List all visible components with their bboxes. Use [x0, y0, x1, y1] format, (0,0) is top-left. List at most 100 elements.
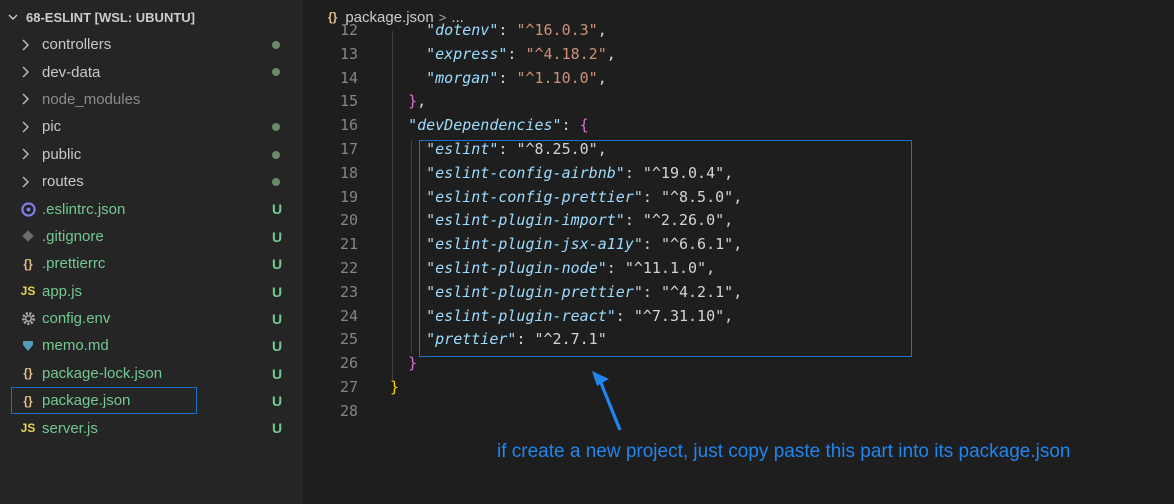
chevron-right-icon	[20, 121, 40, 133]
explorer-sidebar: 68-ESLINT [WSL: UBUNTU] controllers dev-d…	[0, 0, 302, 504]
line-number-gutter: 12 13 14 15 16 17 18 19 20 21 22 23 24 25 26 27 28	[303, 21, 358, 424]
chevron-right-icon	[20, 93, 40, 105]
untracked-badge: U	[272, 365, 283, 382]
tree-item-label: .gitignore	[42, 227, 104, 245]
file-tree: controllers dev-data node_modulespic public…	[0, 31, 302, 442]
line-number: 22	[339, 258, 358, 277]
line-number: 18	[339, 163, 358, 182]
arrow-up-icon	[592, 371, 622, 431]
modified-dot	[272, 41, 280, 49]
annotation-text: if create a new project, just copy paste…	[497, 441, 1071, 462]
untracked-badge: U	[272, 256, 283, 273]
untracked-badge: U	[272, 310, 283, 327]
folder-item[interactable]: public	[0, 141, 302, 168]
modified-dot	[272, 68, 280, 77]
json-value: "^16.0.3"	[516, 21, 598, 39]
markdown-icon	[18, 339, 38, 353]
code-line[interactable]: }	[390, 376, 1170, 400]
code-line[interactable]: "express": "^4.18.2",	[390, 43, 1170, 67]
closing-brace: }	[390, 377, 400, 396]
untracked-badge: U	[272, 393, 283, 410]
tree-item-label: package.json	[42, 392, 131, 410]
chevron-right-icon	[20, 66, 40, 78]
explorer-header[interactable]: 68-ESLINT [WSL: UBUNTU]	[0, 0, 302, 34]
untracked-badge: U	[272, 228, 283, 245]
tree-item-label: controllers	[42, 36, 112, 54]
modified-dot	[272, 150, 280, 159]
folder-item[interactable]: pic	[0, 113, 302, 140]
js-icon: JS	[20, 284, 36, 299]
closing-brace: }	[408, 92, 418, 111]
untracked-badge: U	[272, 283, 283, 300]
line-number: 26	[339, 354, 358, 373]
file-item[interactable]: {} .prettierrc U	[0, 250, 302, 277]
line-number: 25	[339, 330, 358, 349]
workspace-title: 68-ESLINT [WSL: UBUNTU]	[26, 9, 195, 25]
tree-item-label: routes	[42, 173, 84, 191]
json-icon: {}	[23, 366, 33, 381]
file-item[interactable]: .eslintrc.json U	[0, 195, 302, 222]
tree-item-label: config.env	[42, 310, 111, 328]
line-number: 15	[339, 92, 358, 111]
tree-item-label: pic	[42, 118, 62, 136]
json-icon: {}	[23, 393, 33, 408]
folder-item[interactable]: node_modules	[0, 86, 302, 113]
chevron-right-icon	[20, 148, 40, 160]
file-item[interactable]: JS server.js U	[0, 414, 302, 441]
untracked-badge: U	[272, 201, 283, 218]
tree-item-label: package-lock.json	[42, 364, 163, 382]
code-line[interactable]: "dotenv": "^16.0.3",	[390, 19, 1170, 43]
tree-item-label: node_modules	[42, 90, 141, 108]
highlight-box	[419, 140, 912, 357]
json-key: "express"	[426, 44, 508, 63]
untracked-badge: U	[272, 338, 283, 355]
json-value: "^1.10.0"	[516, 68, 598, 87]
tree-item-label: app.js	[42, 282, 83, 300]
folder-item[interactable]: routes	[0, 168, 302, 195]
eslint-icon	[18, 201, 38, 217]
file-item[interactable]: {} package-lock.json U	[0, 360, 302, 387]
code-line[interactable]: "devDependencies": {	[390, 114, 1170, 138]
folder-item[interactable]: controllers	[0, 31, 302, 58]
line-number: 12	[339, 21, 358, 39]
tree-item-label: public	[42, 145, 82, 163]
code-line[interactable]: },	[390, 90, 1170, 114]
tree-item-label: memo.md	[42, 337, 109, 355]
file-item[interactable]: memo.md U	[0, 332, 302, 359]
untracked-badge: U	[272, 420, 283, 437]
line-number: 17	[339, 139, 358, 158]
file-item[interactable]: {} package.json U	[11, 387, 282, 415]
code-line[interactable]	[390, 400, 1170, 424]
line-number: 28	[339, 401, 358, 420]
tree-item-label: .prettierrc	[42, 255, 106, 273]
chevron-right-icon	[20, 39, 40, 51]
folder-item[interactable]: dev-data	[0, 58, 302, 85]
file-item[interactable]: JS app.js U	[0, 278, 302, 305]
tree-item-label: server.js	[42, 419, 98, 437]
file-item[interactable]: config.env U	[0, 305, 302, 332]
line-number: 24	[339, 306, 358, 325]
code-line[interactable]: "morgan": "^1.10.0",	[390, 67, 1170, 91]
git-icon	[18, 229, 38, 243]
line-number: 19	[339, 187, 358, 206]
modified-dot	[272, 177, 280, 186]
tree-item-label: dev-data	[42, 63, 101, 81]
opening-brace: {	[579, 116, 589, 135]
json-value: "^4.18.2"	[525, 44, 607, 63]
closing-brace: }	[408, 354, 418, 373]
json-key: "devDependencies"	[408, 116, 562, 135]
line-number: 16	[339, 116, 358, 135]
chevron-right-icon	[20, 176, 40, 188]
tree-item-label: .eslintrc.json	[42, 200, 126, 218]
line-number: 21	[339, 235, 358, 254]
modified-dot	[272, 123, 280, 132]
line-number: 14	[339, 68, 358, 87]
line-number: 23	[339, 282, 358, 301]
line-number: 27	[339, 377, 358, 396]
json-key: "morgan"	[426, 68, 499, 87]
chevron-down-icon	[8, 14, 18, 20]
line-number: 20	[339, 211, 358, 230]
json-key: "dotenv"	[426, 21, 499, 39]
line-number: 13	[339, 44, 358, 63]
file-item[interactable]: .gitignore U	[0, 223, 302, 250]
